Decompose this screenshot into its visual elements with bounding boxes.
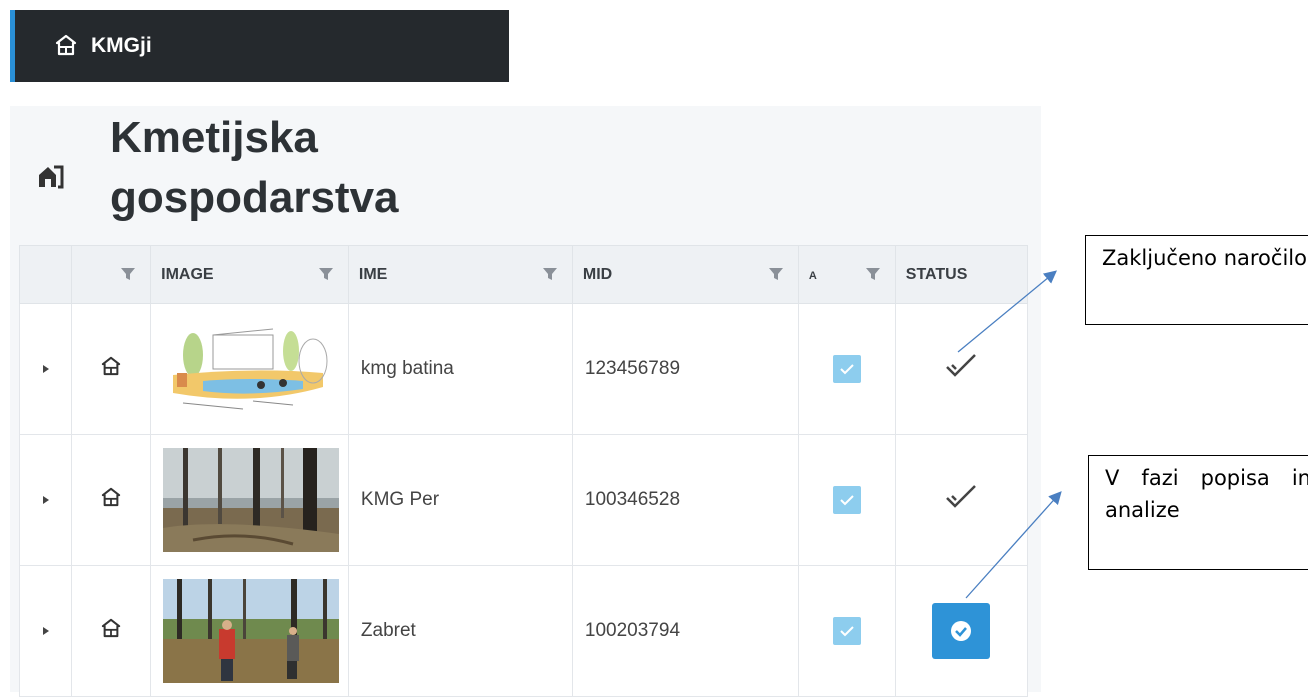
filter-icon[interactable] <box>318 266 334 282</box>
table-row[interactable]: KMG Per 100346528 <box>18 434 1029 566</box>
annotation-text: Zaključeno naročilo <box>1102 246 1307 270</box>
filter-icon[interactable] <box>865 266 881 282</box>
caret-right-icon[interactable] <box>42 626 50 636</box>
double-check-icon[interactable] <box>944 484 978 510</box>
checked-checkbox[interactable] <box>832 486 861 514</box>
column-header-ime[interactable]: IME <box>347 245 573 304</box>
home-icon <box>102 618 121 638</box>
forest-photo-thumbnail <box>163 448 340 552</box>
status-cell <box>894 565 1029 697</box>
mid-cell[interactable]: 100203794 <box>571 565 799 697</box>
column-header-expand <box>18 245 73 304</box>
column-header-image[interactable]: IMAGE <box>150 245 349 304</box>
home-icon <box>102 356 121 376</box>
annotation-callout-in-progress: V fazi popisa in analize <box>1088 455 1308 570</box>
annotation-text: V fazi popisa in analize <box>1105 466 1308 522</box>
garden-drawing-thumbnail <box>163 317 340 421</box>
filter-icon[interactable] <box>768 266 784 282</box>
expand-cell[interactable] <box>18 434 73 566</box>
image-cell <box>150 434 349 566</box>
farm-icon <box>39 165 64 189</box>
ime-cell[interactable]: kmg batina <box>347 303 573 435</box>
mid-cell[interactable]: 100346528 <box>571 434 799 566</box>
ime-cell[interactable]: Zabret <box>347 565 573 697</box>
image-cell <box>150 565 349 697</box>
active-cell <box>797 565 896 697</box>
check-icon <box>840 364 854 375</box>
double-check-icon[interactable] <box>944 353 978 379</box>
home-cell <box>71 434 152 566</box>
table-row[interactable]: Zabret 100203794 <box>18 565 1029 697</box>
filter-icon[interactable] <box>542 266 558 282</box>
check-icon <box>840 626 854 637</box>
column-header-mid[interactable]: MID <box>571 245 799 304</box>
expand-cell[interactable] <box>18 303 73 435</box>
column-header-status[interactable]: STATUS <box>894 245 1029 304</box>
table-header-row: IMAGE IME MID A STATUS <box>18 245 1029 304</box>
page-title: Kmetijska gospodarstva <box>110 113 399 222</box>
home-icon[interactable] <box>55 34 77 56</box>
home-icon <box>102 487 121 507</box>
table-row[interactable]: kmg batina 123456789 <box>18 303 1029 435</box>
app-title[interactable]: KMGji <box>91 34 152 58</box>
expand-cell[interactable] <box>18 565 73 697</box>
caret-right-icon[interactable] <box>42 495 50 505</box>
filter-icon[interactable] <box>120 266 136 282</box>
checked-checkbox[interactable] <box>832 355 861 383</box>
active-cell <box>797 303 896 435</box>
column-header-icon[interactable] <box>71 245 152 304</box>
status-check-button[interactable] <box>932 603 991 659</box>
farms-table: IMAGE IME MID A STATUS kmg batina 123456… <box>18 245 1029 697</box>
forest-people-photo-thumbnail <box>163 579 340 683</box>
annotation-callout-completed: Zaključeno naročilo <box>1085 235 1308 325</box>
home-cell <box>71 565 152 697</box>
column-header-active[interactable]: A <box>797 245 896 304</box>
check-circle-icon <box>951 621 972 641</box>
check-icon <box>840 495 854 506</box>
checked-checkbox[interactable] <box>832 617 861 645</box>
caret-right-icon[interactable] <box>42 364 50 374</box>
image-cell <box>150 303 349 435</box>
active-cell <box>797 434 896 566</box>
ime-cell[interactable]: KMG Per <box>347 434 573 566</box>
status-cell <box>894 303 1029 435</box>
top-navigation-bar: KMGji <box>10 10 509 82</box>
status-cell <box>894 434 1029 566</box>
mid-cell[interactable]: 123456789 <box>571 303 799 435</box>
home-cell <box>71 303 152 435</box>
